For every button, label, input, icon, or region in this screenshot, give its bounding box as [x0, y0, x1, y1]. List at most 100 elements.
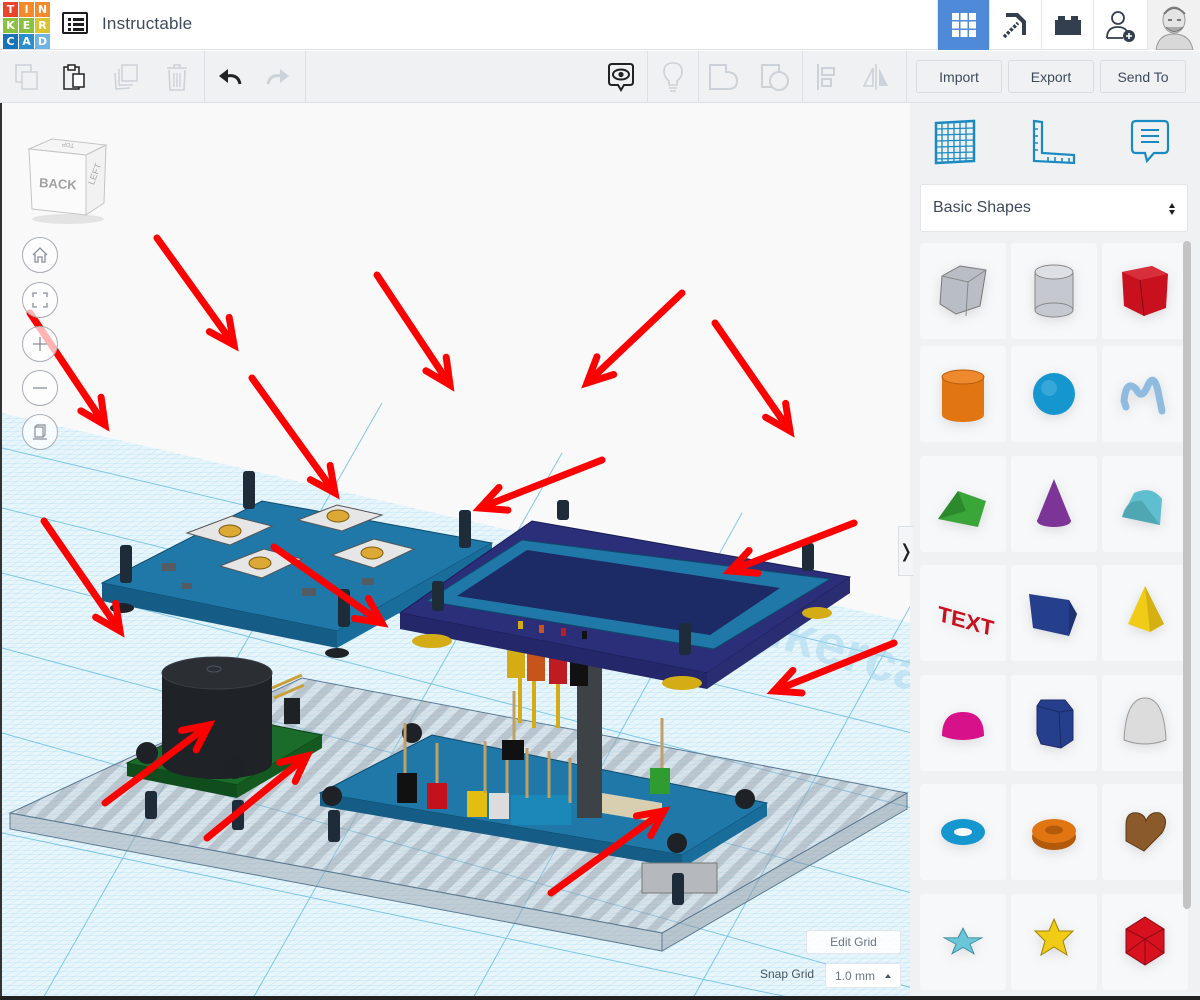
toolbar-divider — [204, 51, 205, 103]
paraboloid-shape-icon — [1123, 697, 1167, 745]
toolbar-divider — [647, 51, 648, 103]
mirror-button[interactable] — [852, 51, 900, 103]
shape-cone[interactable] — [1011, 456, 1097, 552]
shapes-scrollbar[interactable] — [1183, 241, 1191, 909]
shape-cylinder[interactable] — [920, 346, 1006, 442]
view-cube-back-label[interactable]: BACK — [39, 175, 78, 193]
plus-icon — [33, 337, 47, 351]
delete-button[interactable] — [153, 51, 201, 103]
send-to-button[interactable]: Send To — [1100, 60, 1186, 93]
3d-design-view-button[interactable] — [937, 0, 989, 50]
annotation-arrow — [581, 289, 686, 389]
cylinder-hole-shape-icon — [1034, 264, 1074, 318]
undo-button[interactable] — [206, 51, 254, 103]
shape-sphere[interactable] — [1011, 346, 1097, 442]
grid-icon — [951, 13, 976, 37]
logo-letter: D — [35, 34, 50, 49]
annotation-arrow — [722, 519, 858, 577]
workplane-button[interactable] — [930, 117, 980, 167]
tube-shape-icon — [1032, 819, 1076, 850]
shape-star[interactable] — [920, 894, 1006, 990]
duplicate-button[interactable] — [102, 51, 150, 103]
shape-wedge[interactable] — [1011, 565, 1097, 661]
view-cube[interactable]: BACK LEFT TOP — [24, 131, 110, 225]
scribble-shape-icon — [1120, 376, 1166, 415]
logo-letter: T — [3, 2, 18, 17]
paste-icon — [63, 64, 85, 90]
shape-polygon[interactable] — [1011, 675, 1097, 771]
shape-heart[interactable] — [1102, 784, 1188, 880]
zoom-in-button[interactable] — [22, 326, 58, 362]
eye-bubble-icon — [608, 63, 634, 92]
invite-user-button[interactable] — [1093, 0, 1147, 50]
shape-cylinder-hole[interactable] — [1011, 243, 1097, 339]
logo-letter: N — [35, 2, 50, 17]
snap-grid-select[interactable]: 1.0 mm — [825, 963, 901, 988]
shape-pyramid[interactable] — [1102, 565, 1188, 661]
align-button[interactable] — [803, 51, 851, 103]
bricks-view-button[interactable] — [1041, 0, 1093, 50]
tinkercad-logo[interactable]: TIN KER CAD — [3, 2, 50, 49]
perspective-icon — [33, 424, 47, 440]
box-hole-shape-icon — [939, 265, 987, 317]
pyramid-shape-icon — [1128, 586, 1164, 632]
shape-tube[interactable] — [1011, 784, 1097, 880]
redo-button[interactable] — [254, 51, 302, 103]
collapse-panel-button[interactable]: ❭ — [898, 526, 914, 576]
paste-button[interactable] — [51, 51, 99, 103]
star-shape-icon — [942, 927, 984, 955]
shape-torus[interactable] — [920, 784, 1006, 880]
logo-letter: K — [3, 18, 18, 33]
group-button[interactable] — [700, 51, 748, 103]
polygon-shape-icon — [1036, 699, 1074, 749]
export-button[interactable]: Export — [1008, 60, 1094, 93]
home-view-button[interactable] — [22, 237, 58, 273]
half-sphere-shape-icon — [942, 712, 984, 740]
roof-shape-icon — [938, 491, 986, 527]
import-button[interactable]: Import — [916, 60, 1002, 93]
3d-workplane-viewport[interactable]: Tinkercad BACK LEFT TOP Edit Grid Snap G… — [0, 103, 910, 1000]
shapes-panel: Basic Shapes TEXT — [910, 103, 1200, 1000]
logo-letter: E — [19, 18, 34, 33]
shape-box-hole[interactable] — [920, 243, 1006, 339]
notes-button[interactable] — [649, 51, 697, 103]
shape-half-sphere[interactable] — [920, 675, 1006, 771]
shape-scribble[interactable] — [1102, 346, 1188, 442]
top-header: TIN KER CAD Instructable — [0, 0, 1200, 50]
shape-icosahedron[interactable] — [1102, 894, 1188, 990]
pickaxe-icon — [1002, 13, 1026, 39]
edit-grid-button[interactable]: Edit Grid — [806, 930, 901, 954]
fit-view-button[interactable] — [22, 282, 58, 318]
snap-grid-label: Snap Grid — [760, 967, 815, 981]
shape-box[interactable] — [1102, 243, 1188, 339]
perspective-toggle-button[interactable] — [22, 414, 58, 450]
toolbar-divider — [698, 51, 699, 103]
brick-icon — [1054, 16, 1081, 35]
ruler-button[interactable] — [1028, 117, 1078, 167]
ungroup-button[interactable] — [751, 51, 799, 103]
toolbar-divider — [305, 51, 306, 103]
toolbar-divider — [906, 51, 907, 103]
copy-icon — [15, 64, 38, 90]
annotation-arrow — [472, 456, 606, 514]
shape-round-roof[interactable] — [1102, 456, 1188, 552]
align-icon — [817, 64, 835, 90]
logo-letter: A — [19, 34, 34, 49]
copy-button[interactable] — [3, 51, 51, 103]
annotation-arrow — [373, 271, 455, 392]
box-shape-icon — [1122, 266, 1168, 317]
show-all-button[interactable] — [597, 51, 645, 103]
zoom-out-button[interactable] — [22, 370, 58, 406]
shape-roof[interactable] — [920, 456, 1006, 552]
workplane-scene[interactable]: Tinkercad — [2, 103, 910, 1000]
document-title[interactable]: Instructable — [102, 14, 192, 34]
list-icon[interactable] — [62, 12, 88, 34]
icosahedron-shape-icon — [1125, 916, 1165, 966]
user-avatar[interactable] — [1147, 0, 1200, 50]
shape-category-select[interactable]: Basic Shapes — [920, 184, 1188, 232]
shape-text[interactable]: TEXT — [920, 565, 1006, 661]
shape-star-six[interactable] — [1011, 894, 1097, 990]
shape-paraboloid[interactable] — [1102, 675, 1188, 771]
notes-panel-button[interactable] — [1125, 117, 1175, 167]
minecraft-view-button[interactable] — [989, 0, 1041, 50]
